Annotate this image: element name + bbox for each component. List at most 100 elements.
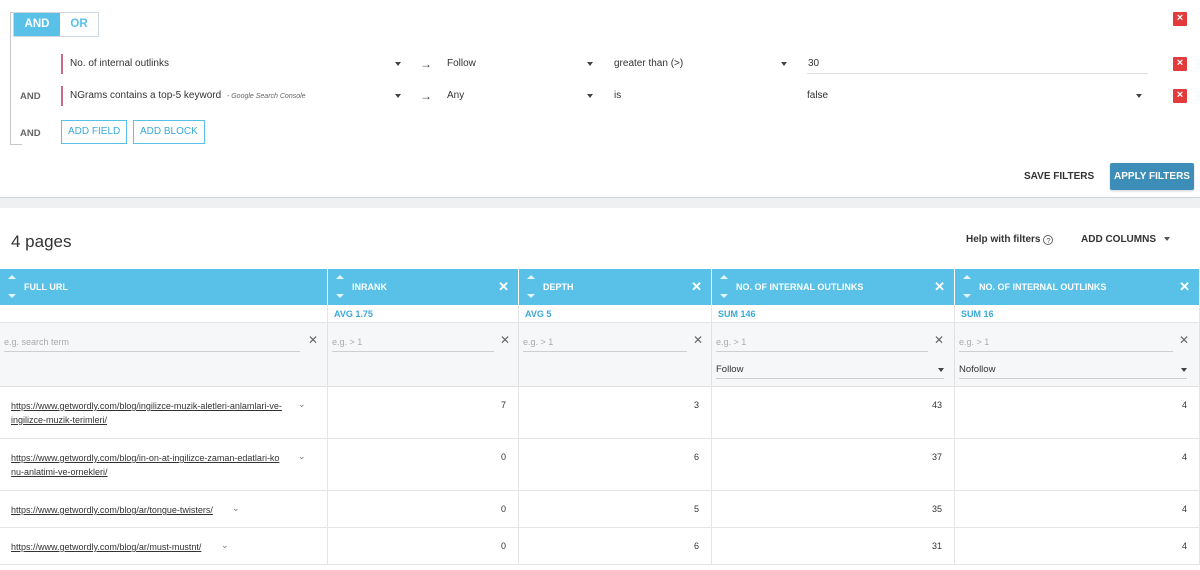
inrank-cell: 7 xyxy=(328,387,519,438)
follow-outlinks-cell: 35 xyxy=(712,491,955,527)
help-with-filters-link[interactable]: Help with filters? xyxy=(966,234,1054,245)
chevron-down-icon[interactable]: ⌄ xyxy=(298,451,306,462)
link-type-select[interactable]: Follow xyxy=(447,54,593,74)
sort-desc-icon[interactable] xyxy=(527,294,535,298)
clear-icon[interactable]: ✕ xyxy=(934,333,944,347)
logic-and-option[interactable]: AND xyxy=(14,13,60,36)
page-url-link[interactable]: https://www.getwordly.com/blog/in-on-at-… xyxy=(11,451,279,479)
add-columns-button[interactable]: ADD COLUMNS xyxy=(1081,234,1170,245)
table-row: https://www.getwordly.com/blog/ar/must-m… xyxy=(0,528,1200,565)
aggregate-cell: AVG 1.75 xyxy=(328,305,519,323)
logic-toggle[interactable]: AND OR xyxy=(13,12,99,37)
column-header-internal-outlinks-follow[interactable]: NO. OF INTERNAL OUTLINKS ✕ xyxy=(712,269,955,305)
page-url-link[interactable]: https://www.getwordly.com/blog/ingilizce… xyxy=(11,399,282,427)
column-filter-cell: ✕ xyxy=(0,323,328,387)
follow-outlinks-cell: 43 xyxy=(712,387,955,438)
filter-field-label: NGrams contains a top-5 keyword xyxy=(70,90,222,101)
close-icon[interactable]: ✕ xyxy=(1179,279,1190,295)
column-label: INRANK xyxy=(352,282,387,292)
clear-icon[interactable]: ✕ xyxy=(500,333,510,347)
close-icon[interactable]: ✕ xyxy=(691,279,702,295)
inrank-filter-input[interactable] xyxy=(332,332,494,352)
clear-icon[interactable]: ✕ xyxy=(693,333,703,347)
follow-outlinks-filter-input[interactable] xyxy=(716,332,928,352)
table-row: https://www.getwordly.com/blog/ar/tongue… xyxy=(0,491,1200,528)
chevron-down-icon xyxy=(1136,94,1142,98)
column-header-inrank[interactable]: INRANK ✕ xyxy=(328,269,519,305)
nofollow-outlinks-filter-input[interactable] xyxy=(959,332,1173,352)
depth-cell: 3 xyxy=(519,387,712,438)
close-icon[interactable]: ✕ xyxy=(498,279,509,295)
follow-outlinks-cell: 31 xyxy=(712,528,955,564)
chevron-down-icon[interactable]: ⌄ xyxy=(298,399,306,410)
add-block-button[interactable]: ADD BLOCK xyxy=(133,120,205,144)
delete-filter-button[interactable]: × xyxy=(1173,89,1187,103)
clear-icon[interactable]: ✕ xyxy=(1179,333,1189,347)
operator-select[interactable]: is xyxy=(614,86,787,106)
table-body: https://www.getwordly.com/blog/ingilizce… xyxy=(0,387,1200,565)
column-label: FULL URL xyxy=(24,282,68,292)
apply-filters-button[interactable]: APPLY FILTERS xyxy=(1110,163,1194,190)
save-filters-button[interactable]: SAVE FILTERS xyxy=(1024,166,1094,188)
sort-asc-icon[interactable] xyxy=(8,275,16,279)
filter-value-label: false xyxy=(807,90,829,101)
nofollow-type-label: Nofollow xyxy=(959,364,996,375)
operator-label: is xyxy=(614,90,622,101)
table-row: https://www.getwordly.com/blog/in-on-at-… xyxy=(0,439,1200,491)
operator-select[interactable]: greater than (>) xyxy=(614,54,787,74)
column-header-internal-outlinks-nofollow[interactable]: NO. OF INTERNAL OUTLINKS ✕ xyxy=(955,269,1200,305)
sort-asc-icon[interactable] xyxy=(336,275,344,279)
depth-filter-input[interactable] xyxy=(523,332,687,352)
column-header-depth[interactable]: DEPTH ✕ xyxy=(519,269,712,305)
page-count-title: 4 pages xyxy=(11,232,72,251)
url-cell: https://www.getwordly.com/blog/ar/must-m… xyxy=(0,528,328,564)
sort-asc-icon[interactable] xyxy=(963,275,971,279)
sort-desc-icon[interactable] xyxy=(720,294,728,298)
nofollow-outlinks-cell: 4 xyxy=(955,439,1200,490)
follow-type-dropdown[interactable]: Follow xyxy=(716,361,944,379)
depth-cell: 6 xyxy=(519,439,712,490)
follow-type-label: Follow xyxy=(716,364,744,375)
row-connector-label: AND xyxy=(20,91,41,102)
help-with-filters-label: Help with filters xyxy=(966,234,1041,245)
delete-block-button[interactable]: × xyxy=(1173,12,1187,26)
chevron-down-icon xyxy=(1164,237,1170,241)
inrank-cell: 0 xyxy=(328,528,519,564)
url-search-input[interactable] xyxy=(4,332,300,352)
filter-field-select[interactable]: No. of internal outlinks xyxy=(61,54,401,74)
column-filter-cell: ✕ xyxy=(328,323,519,387)
close-icon[interactable]: ✕ xyxy=(934,279,945,295)
column-header-full-url[interactable]: FULL URL xyxy=(0,269,328,305)
sort-asc-icon[interactable] xyxy=(527,275,535,279)
add-field-button[interactable]: ADD FIELD xyxy=(61,120,128,144)
sort-desc-icon[interactable] xyxy=(963,294,971,298)
aggregate-row: AVG 1.75 AVG 5 SUM 146 SUM 16 xyxy=(0,305,1200,323)
sort-asc-icon[interactable] xyxy=(720,275,728,279)
filter-field-select[interactable]: NGrams contains a top-5 keyword - Google… xyxy=(61,86,401,106)
nofollow-outlinks-cell: 4 xyxy=(955,491,1200,527)
nofollow-outlinks-cell: 4 xyxy=(955,528,1200,564)
chevron-down-icon[interactable]: ⌄ xyxy=(221,540,229,551)
question-circle-icon: ? xyxy=(1043,235,1054,245)
link-type-select[interactable]: Any xyxy=(447,86,593,106)
chevron-down-icon[interactable]: ⌄ xyxy=(232,503,240,514)
logic-or-option[interactable]: OR xyxy=(60,13,98,36)
filter-value-input[interactable] xyxy=(807,54,1148,74)
filter-value-select[interactable]: false xyxy=(807,86,1142,106)
sort-desc-icon[interactable] xyxy=(8,294,16,298)
column-label: NO. OF INTERNAL OUTLINKS xyxy=(736,282,864,292)
inrank-cell: 0 xyxy=(328,491,519,527)
add-columns-label: ADD COLUMNS xyxy=(1081,234,1156,245)
chevron-down-icon xyxy=(395,94,401,98)
aggregate-cell: SUM 16 xyxy=(955,305,1200,323)
page-url-link[interactable]: https://www.getwordly.com/blog/ar/tongue… xyxy=(11,503,213,517)
nofollow-type-dropdown[interactable]: Nofollow xyxy=(959,361,1187,379)
page-url-link[interactable]: https://www.getwordly.com/blog/ar/must-m… xyxy=(11,540,201,554)
column-filter-cell: ✕ Follow xyxy=(712,323,955,387)
sort-desc-icon[interactable] xyxy=(336,294,344,298)
delete-filter-button[interactable]: × xyxy=(1173,57,1187,71)
add-connector-label: AND xyxy=(20,128,41,139)
chevron-down-icon xyxy=(781,62,787,66)
clear-icon[interactable]: ✕ xyxy=(308,333,318,347)
link-type-label: Follow xyxy=(447,58,476,69)
